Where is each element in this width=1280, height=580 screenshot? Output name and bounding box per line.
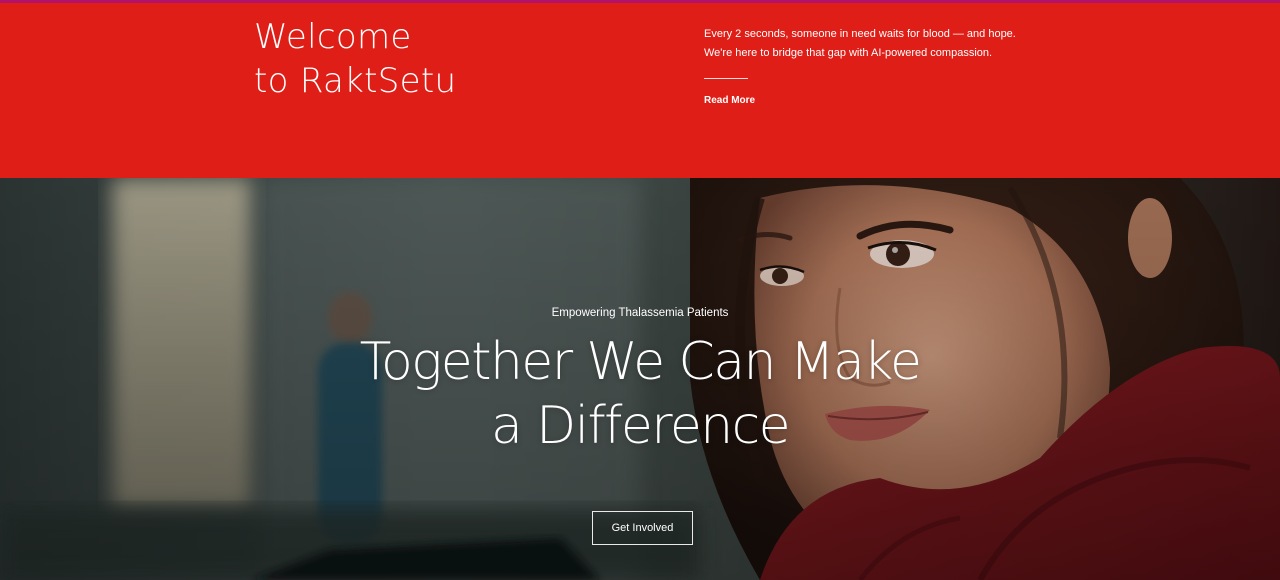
welcome-intro-line-1: Every 2 seconds, someone in need waits f… [704,28,1016,40]
welcome-title: Welcome to RaktSetu [254,15,456,103]
welcome-intro-line-2: We're here to bridge that gap with AI-po… [704,47,993,59]
welcome-intro: Every 2 seconds, someone in need waits f… [704,25,1064,108]
hero-content: Empowering Thalassemia Patients Together… [0,178,1280,580]
get-involved-button[interactable]: Get Involved [592,511,693,545]
welcome-title-line-1: Welcome [254,17,412,57]
welcome-intro-text: Every 2 seconds, someone in need waits f… [704,25,1064,63]
welcome-section: Welcome to RaktSetu Every 2 seconds, som… [0,3,1280,178]
hero-title: Together We Can Make a Difference [0,330,1280,458]
hero-section: Empowering Thalassemia Patients Together… [0,178,1280,580]
read-more-link[interactable]: Read More [704,95,755,106]
page: Welcome to RaktSetu Every 2 seconds, som… [0,0,1280,580]
welcome-title-line-2: to RaktSetu [254,61,457,101]
welcome-divider [704,78,748,79]
hero-title-line-1: Together We Can Make [359,332,922,392]
hero-eyebrow: Empowering Thalassemia Patients [551,307,729,319]
hero-title-line-2: a Difference [490,396,791,456]
